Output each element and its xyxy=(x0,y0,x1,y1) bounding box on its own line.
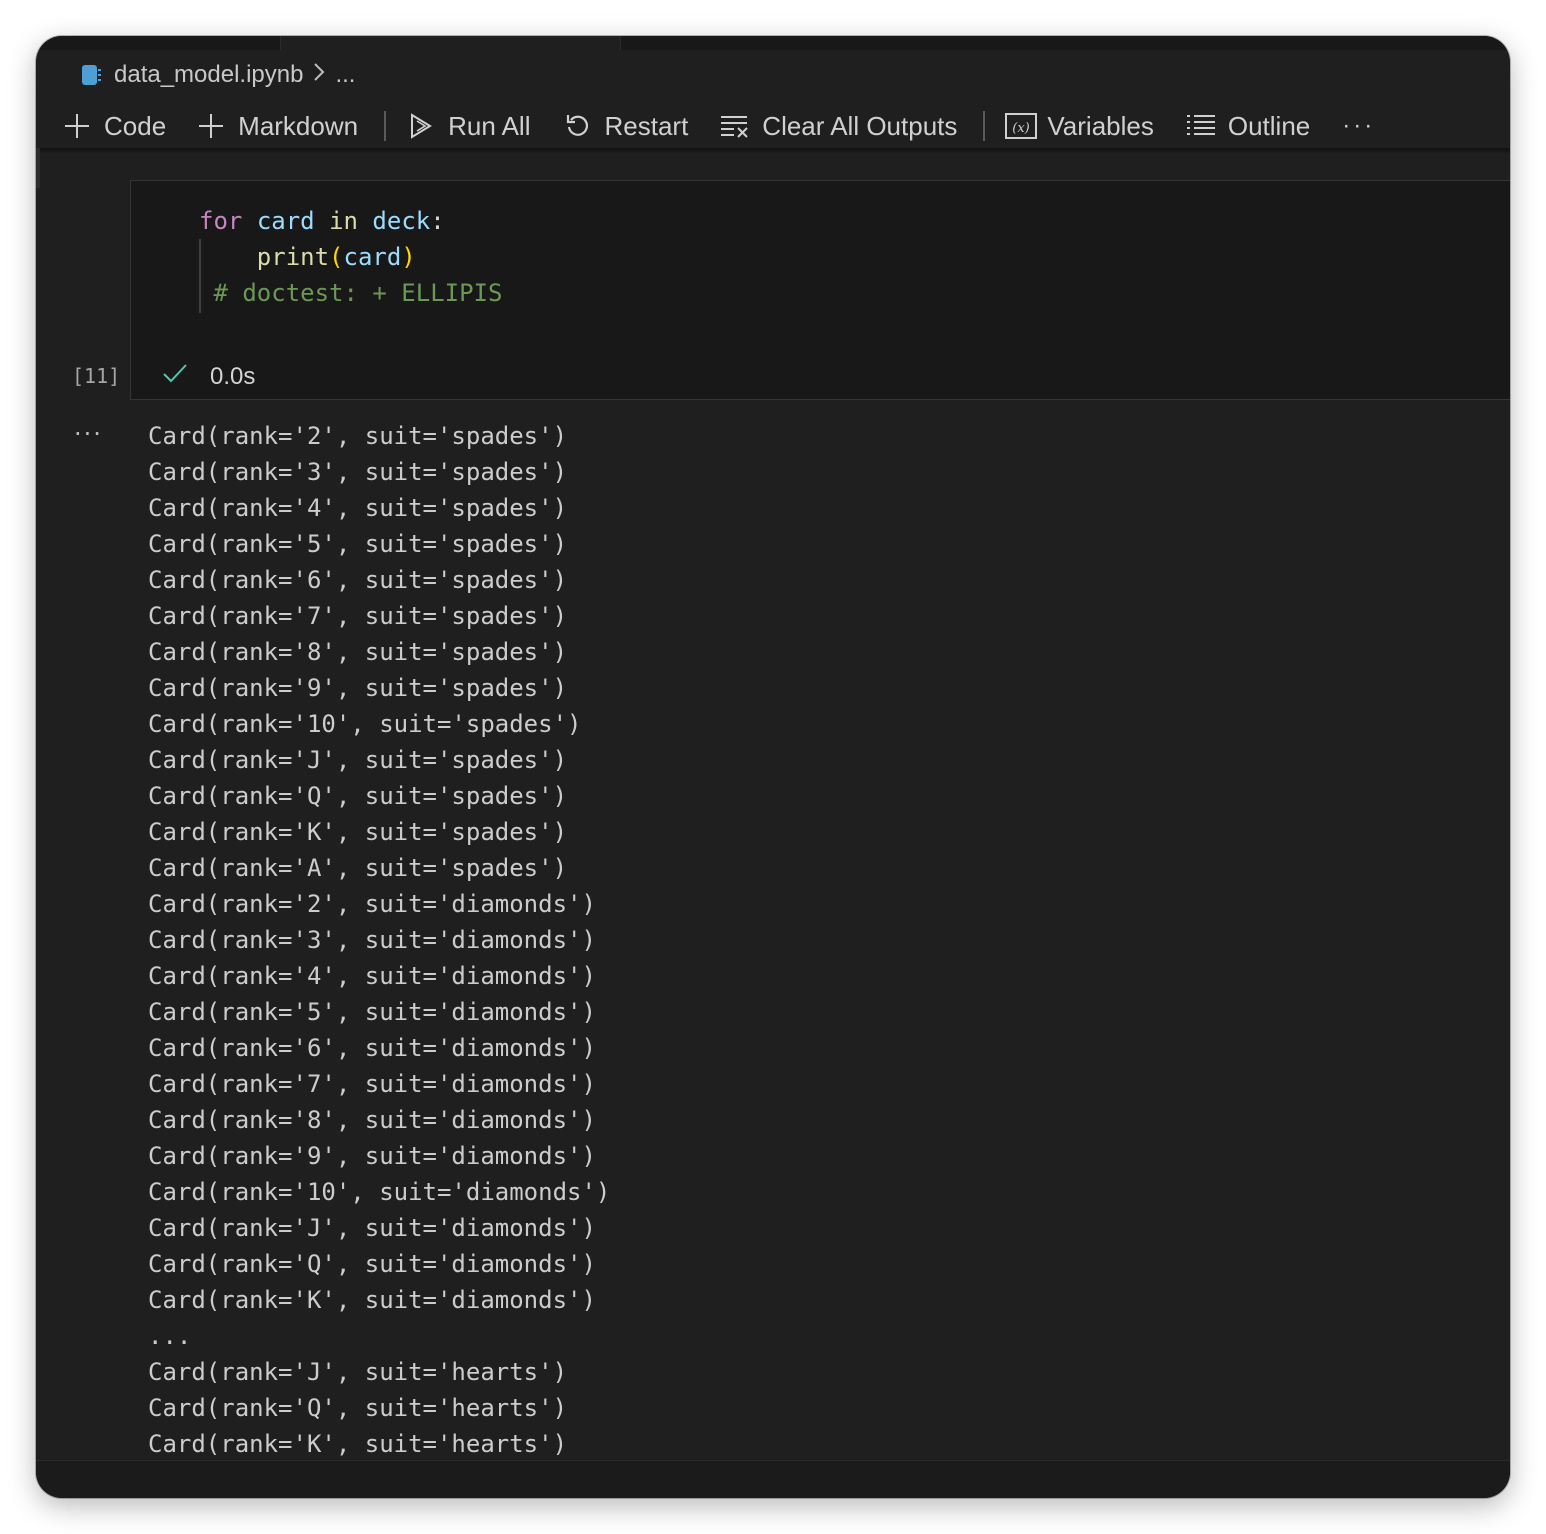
svg-text:(x): (x) xyxy=(1013,121,1030,136)
plus-icon xyxy=(198,113,224,139)
restart-button[interactable]: Restart xyxy=(564,111,688,142)
execution-duration: 0.0s xyxy=(210,362,256,390)
execution-count: [11] xyxy=(72,364,121,388)
variables-label: Variables xyxy=(1047,110,1154,141)
output-line: Card(rank='K', suit='hearts') xyxy=(148,1430,568,1458)
output-line: Card(rank='J', suit='diamonds') xyxy=(148,1214,596,1242)
run-all-icon xyxy=(408,112,436,140)
output-line: Card(rank='3', suit='diamonds') xyxy=(148,926,596,954)
add-markdown-cell-button[interactable]: Markdown xyxy=(198,111,358,142)
cell-output: Card(rank='2', suit='spades') Card(rank='… xyxy=(148,418,610,1462)
notebook-toolbar: Code Markdown Run All Restart Clear All … xyxy=(36,104,1510,148)
output-line: Card(rank='K', suit='spades') xyxy=(148,818,568,846)
output-line: Card(rank='K', suit='diamonds') xyxy=(148,1286,596,1314)
cell-status: 0.0s xyxy=(162,362,255,391)
output-line: Card(rank='6', suit='diamonds') xyxy=(148,1034,596,1062)
more-actions-button[interactable]: ··· xyxy=(1342,112,1375,140)
clear-all-outputs-button[interactable]: Clear All Outputs xyxy=(720,111,957,142)
output-line: Card(rank='8', suit='diamonds') xyxy=(148,1106,596,1134)
output-line: Card(rank='9', suit='spades') xyxy=(148,674,568,702)
notebook-icon xyxy=(82,63,101,87)
add-markdown-cell-label: Markdown xyxy=(238,110,359,141)
output-line: Card(rank='J', suit='spades') xyxy=(148,746,568,774)
chevron-right-icon xyxy=(313,61,325,89)
add-code-cell-button[interactable]: Code xyxy=(64,111,166,142)
output-line: Card(rank='5', suit='diamonds') xyxy=(148,998,596,1026)
variables-button[interactable]: (x) Variables xyxy=(1005,110,1154,142)
output-line: Card(rank='J', suit='hearts') xyxy=(148,1358,568,1386)
output-line: ... xyxy=(148,1322,192,1350)
outline-label: Outline xyxy=(1227,110,1311,141)
clear-all-icon xyxy=(720,113,750,139)
cell-focus-rail xyxy=(36,148,40,188)
output-line: Card(rank='7', suit='diamonds') xyxy=(148,1070,596,1098)
restart-label: Restart xyxy=(604,110,689,141)
breadcrumb-file[interactable]: data_model.ipynb xyxy=(114,61,303,89)
output-line: Card(rank='Q', suit='hearts') xyxy=(148,1394,568,1422)
breadcrumb-more[interactable]: ... xyxy=(335,61,355,89)
code-cell[interactable]: for card in deck: print(card) # doctest:… xyxy=(130,180,1510,400)
output-line: Card(rank='10', suit='spades') xyxy=(148,710,582,738)
outline-button[interactable]: Outline xyxy=(1186,111,1310,142)
plus-icon xyxy=(64,113,90,139)
output-line: Card(rank='A', suit='spades') xyxy=(148,854,568,882)
add-code-cell-label: Code xyxy=(104,110,167,141)
variables-icon: (x) xyxy=(1005,112,1038,140)
output-line: Card(rank='5', suit='spades') xyxy=(148,530,568,558)
code-comment: # doctest: + ELLIPIS xyxy=(213,279,503,307)
output-line: Card(rank='4', suit='diamonds') xyxy=(148,962,596,990)
restart-icon xyxy=(564,112,592,140)
output-line: Card(rank='Q', suit='diamonds') xyxy=(148,1250,596,1278)
run-all-label: Run All xyxy=(448,110,531,141)
outline-icon xyxy=(1186,113,1216,139)
toolbar-divider xyxy=(384,111,387,141)
output-line: Card(rank='7', suit='spades') xyxy=(148,602,568,630)
check-icon xyxy=(162,362,210,391)
output-line: Card(rank='4', suit='spades') xyxy=(148,494,568,522)
toolbar-divider xyxy=(983,111,986,141)
bottom-strip xyxy=(36,1460,1510,1498)
output-line: Card(rank='8', suit='spades') xyxy=(148,638,568,666)
notebook-window: data_model.ipynb ... Code Markdown Run A… xyxy=(36,36,1510,1498)
clear-all-outputs-label: Clear All Outputs xyxy=(762,110,958,141)
code-editor[interactable]: for card in deck: print(card) # doctest:… xyxy=(199,203,502,311)
output-line: Card(rank='2', suit='diamonds') xyxy=(148,890,596,918)
breadcrumb: data_model.ipynb ... xyxy=(82,58,355,92)
output-line: Card(rank='2', suit='spades') xyxy=(148,422,568,450)
run-all-button[interactable]: Run All xyxy=(408,111,530,142)
output-line: Card(rank='9', suit='diamonds') xyxy=(148,1142,596,1170)
active-tab[interactable] xyxy=(281,36,620,50)
output-line: Card(rank='6', suit='spades') xyxy=(148,566,568,594)
output-line: Card(rank='Q', suit='spades') xyxy=(148,782,568,810)
output-line: Card(rank='3', suit='spades') xyxy=(148,458,568,486)
output-line: Card(rank='10', suit='diamonds') xyxy=(148,1178,611,1206)
tab-strip xyxy=(36,36,1510,50)
output-actions-button[interactable]: ··· xyxy=(74,420,103,448)
